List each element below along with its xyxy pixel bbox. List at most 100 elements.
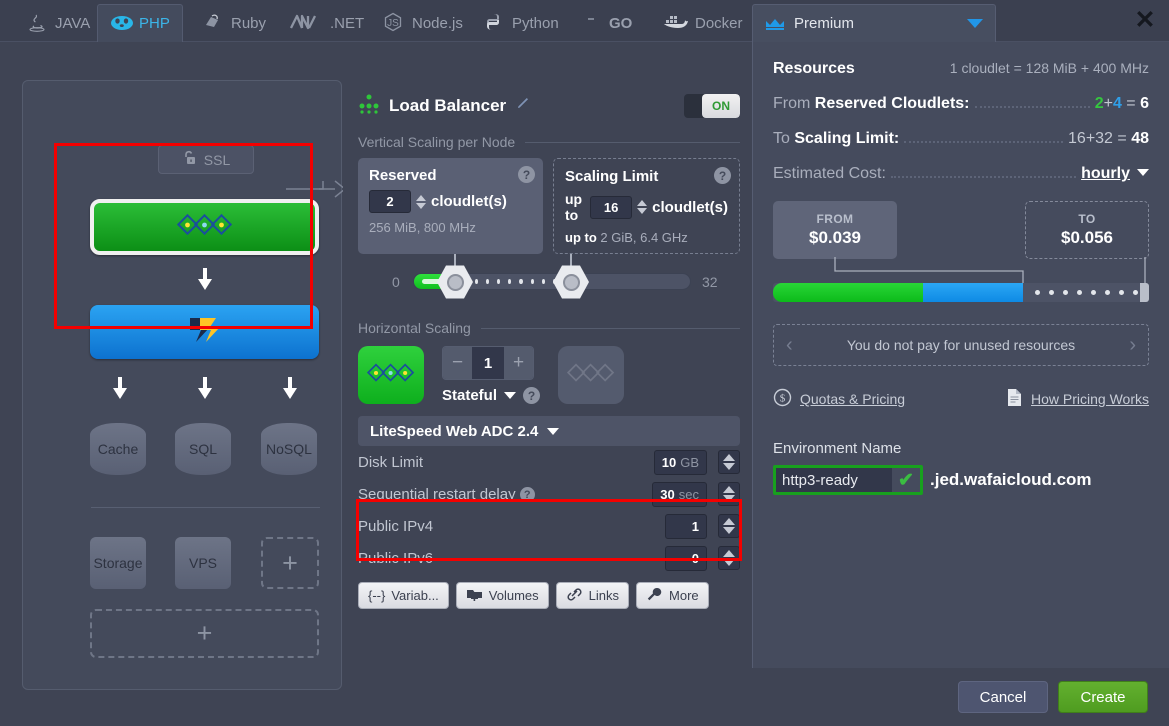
arrow-down-icon xyxy=(198,268,212,292)
tab-premium[interactable]: Premium xyxy=(752,4,996,42)
tab-docker[interactable]: Docker xyxy=(650,4,755,42)
scaling-limit-stepper[interactable] xyxy=(637,200,648,214)
add-tier-button[interactable]: + xyxy=(261,537,319,589)
how-pricing-works-link[interactable]: How Pricing Works xyxy=(1006,388,1149,410)
links-button[interactable]: Links xyxy=(555,582,630,609)
public-ipv6-stepper[interactable] xyxy=(718,546,740,570)
from-label: From Reserved Cloudlets: xyxy=(773,95,970,113)
resources-panel: Resources 1 cloudlet = 128 MiB + 400 MHz… xyxy=(752,42,1169,726)
node-load-balancer[interactable] xyxy=(90,199,319,255)
tier-vps[interactable]: VPS xyxy=(175,537,231,589)
dollar-circle-icon: $ xyxy=(773,388,792,410)
tab-label: Ruby xyxy=(231,14,267,32)
tab-label: Docker xyxy=(695,14,743,32)
php-icon xyxy=(110,13,133,35)
public-ipv4-stepper[interactable] xyxy=(718,514,740,538)
quotas-pricing-link[interactable]: $ Quotas & Pricing xyxy=(773,388,905,410)
tip-next-icon[interactable]: › xyxy=(1129,334,1136,357)
cloudlet-definition: 1 cloudlet = 128 MiB + 400 MHz xyxy=(949,60,1149,76)
to-eq: = xyxy=(1117,130,1127,147)
tier-storage[interactable]: Storage xyxy=(90,537,146,589)
chevron-down-icon[interactable] xyxy=(967,19,983,28)
restart-delay-input[interactable]: 30 sec xyxy=(652,481,707,507)
tier-cache[interactable]: Cache xyxy=(90,423,146,475)
public-ipv6-input[interactable]: 0 xyxy=(665,545,707,571)
tab-ruby[interactable]: Ruby xyxy=(190,4,278,42)
help-icon[interactable]: ? xyxy=(519,487,535,503)
tier-nosql[interactable]: NoSQL xyxy=(261,423,317,475)
add-layer-button[interactable]: + xyxy=(90,609,319,658)
help-icon[interactable]: ? xyxy=(523,387,541,404)
tier-label: Cache xyxy=(97,441,139,457)
ssl-button[interactable]: SSL xyxy=(158,145,254,174)
cloudlet-slider[interactable]: 0 32 xyxy=(358,254,740,306)
option-label: Disk Limit xyxy=(358,453,424,471)
restart-delay-stepper[interactable] xyxy=(718,482,740,506)
ruby-icon xyxy=(202,12,224,34)
tab-dotnet[interactable]: .NET xyxy=(277,4,376,42)
cost-period-dropdown[interactable]: hourly xyxy=(1081,165,1130,183)
option-value: 10 xyxy=(661,454,677,470)
check-icon: ✔ xyxy=(898,469,914,491)
create-button[interactable]: Create xyxy=(1058,681,1148,713)
wrench-icon xyxy=(646,587,663,605)
public-ipv4-input[interactable]: 1 xyxy=(665,513,707,539)
help-icon[interactable]: ? xyxy=(518,166,535,183)
pencil-icon[interactable] xyxy=(515,96,531,117)
section-label: Horizontal Scaling xyxy=(358,320,471,336)
volumes-button[interactable]: Volumes xyxy=(455,582,549,609)
arrow-down-icon xyxy=(198,377,212,401)
cancel-button[interactable]: Cancel xyxy=(958,681,1048,713)
scaling-limit-cloudlets-input[interactable]: 16 xyxy=(590,195,633,219)
price-range-bar xyxy=(773,283,1149,302)
close-icon[interactable]: ✕ xyxy=(1131,6,1159,34)
reserved-cloudlets-input[interactable]: 2 xyxy=(369,190,411,213)
tab-label: GO xyxy=(609,14,633,32)
from-op: + xyxy=(1103,95,1113,112)
load-balancer-toggle[interactable]: ON xyxy=(684,94,740,118)
tab-label: .NET xyxy=(330,14,365,32)
decrement-button[interactable]: − xyxy=(443,347,472,379)
dialog-footer: Cancel Create xyxy=(752,668,1169,726)
java-icon xyxy=(26,12,48,34)
disk-limit-input[interactable]: 10 GB xyxy=(653,449,707,475)
stateful-dropdown[interactable]: Stateful ? xyxy=(442,387,541,404)
tip-prev-icon[interactable]: ‹ xyxy=(786,334,793,357)
tier-sql[interactable]: SQL xyxy=(175,423,231,475)
more-button[interactable]: More xyxy=(636,582,709,609)
horizontal-scaling-section-header: Horizontal Scaling xyxy=(358,320,740,336)
option-public-ipv4: Public IPv4 1 xyxy=(358,510,740,542)
svg-text:$: $ xyxy=(780,393,786,405)
reserved-box: ? Reserved 2 cloudlet(s) 256 MiB, 800 MH… xyxy=(358,158,543,254)
tab-php[interactable]: PHP xyxy=(97,4,183,42)
tab-go[interactable]: GO xyxy=(576,4,644,42)
disk-limit-stepper[interactable] xyxy=(718,450,740,474)
estimated-cost-row: Estimated Cost: hourly xyxy=(773,165,1149,183)
slider-handle-reserved[interactable] xyxy=(437,265,473,299)
tab-nodejs[interactable]: JS Node.js xyxy=(371,4,475,42)
environment-name-input[interactable] xyxy=(776,468,892,492)
price-from-caption: FROM xyxy=(816,212,854,226)
tab-java[interactable]: JAVA xyxy=(14,4,102,42)
options-list: Disk Limit 10 GB Sequential restart dela… xyxy=(358,446,740,574)
cost-label: Estimated Cost: xyxy=(773,165,886,182)
variables-button[interactable]: {--} Variab... xyxy=(358,582,449,609)
chevron-down-icon[interactable] xyxy=(1137,169,1149,176)
horizontal-node-active[interactable] xyxy=(358,346,424,404)
reserved-stepper[interactable] xyxy=(416,194,426,209)
increment-button[interactable]: + xyxy=(504,347,533,379)
tab-python[interactable]: Python xyxy=(471,4,571,42)
node-count-stepper[interactable]: − 1 + xyxy=(442,346,534,380)
help-icon[interactable]: ? xyxy=(714,167,731,184)
ssl-label: SSL xyxy=(203,151,231,168)
to-b: 32 xyxy=(1095,130,1113,147)
stateful-label: Stateful xyxy=(442,387,498,404)
environment-domain: .jed.wafaicloud.com xyxy=(930,470,1092,489)
stack-version-dropdown[interactable]: LiteSpeed Web ADC 2.4 xyxy=(358,416,740,446)
price-card-to: TO $0.056 xyxy=(1025,201,1149,259)
node-count-value[interactable]: 1 xyxy=(472,347,504,379)
slider-handle-limit[interactable] xyxy=(553,265,589,299)
horizontal-node-add[interactable] xyxy=(558,346,625,404)
more-label: More xyxy=(669,588,699,603)
node-litespeed[interactable] xyxy=(90,305,319,359)
